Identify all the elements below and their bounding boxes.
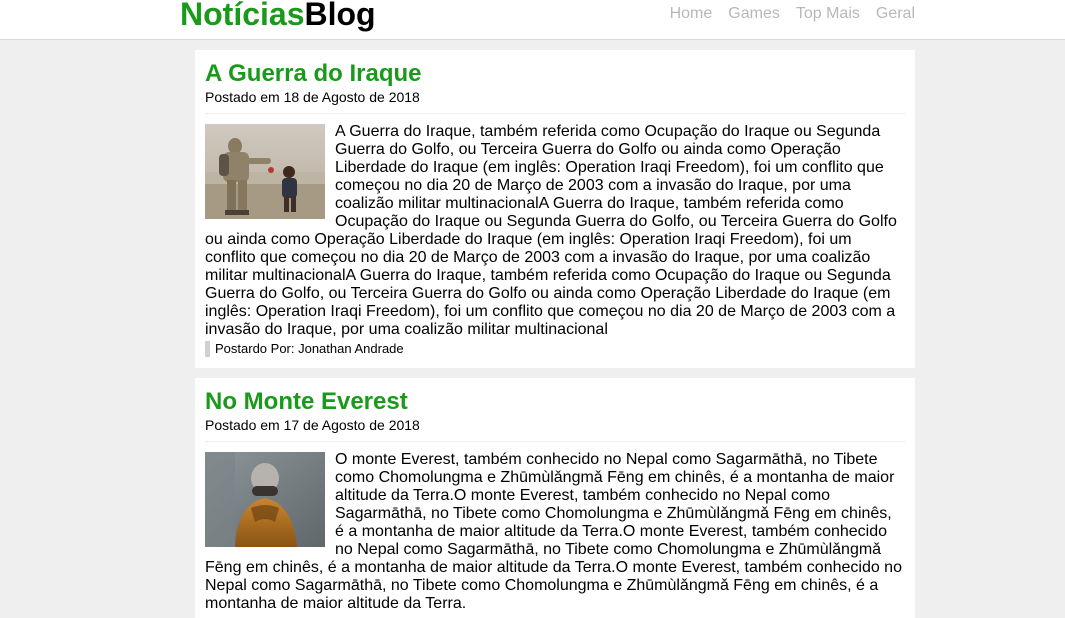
nav-link-home[interactable]: Home [670,5,713,23]
nav-link-games[interactable]: Games [728,5,780,23]
top-navbar: NotíciasBlog Home Games Top Mais Geral [0,0,1065,40]
nav-link-top-mais[interactable]: Top Mais [796,5,860,23]
soldier-photo [205,124,325,219]
post-card: No Monte Everest Postado em 17 de Agosto… [195,378,915,618]
logo-text-blog: Blog [304,0,376,32]
post-divider [205,113,905,114]
post-title[interactable]: A Guerra do Iraque [205,50,905,88]
hiker-photo [205,452,325,547]
logo-text-noticias: Notícias [180,0,305,32]
post-title[interactable]: No Monte Everest [205,378,905,416]
post-date: Postado em 17 de Agosto de 2018 [205,417,420,433]
post-date: Postado em 18 de Agosto de 2018 [205,89,420,105]
nav-link-geral[interactable]: Geral [876,5,915,23]
post-thumbnail-soldier-image[interactable] [205,124,325,219]
main-nav: Home Games Top Mais Geral [654,5,915,23]
post-divider [205,441,905,442]
post-thumbnail-hiker-image[interactable] [205,452,325,547]
post-author: Postardo Por: Jonathan Andrade [205,341,905,357]
post-card: A Guerra do Iraque Postado em 18 de Agos… [195,50,915,368]
site-logo[interactable]: NotíciasBlog [180,0,376,32]
